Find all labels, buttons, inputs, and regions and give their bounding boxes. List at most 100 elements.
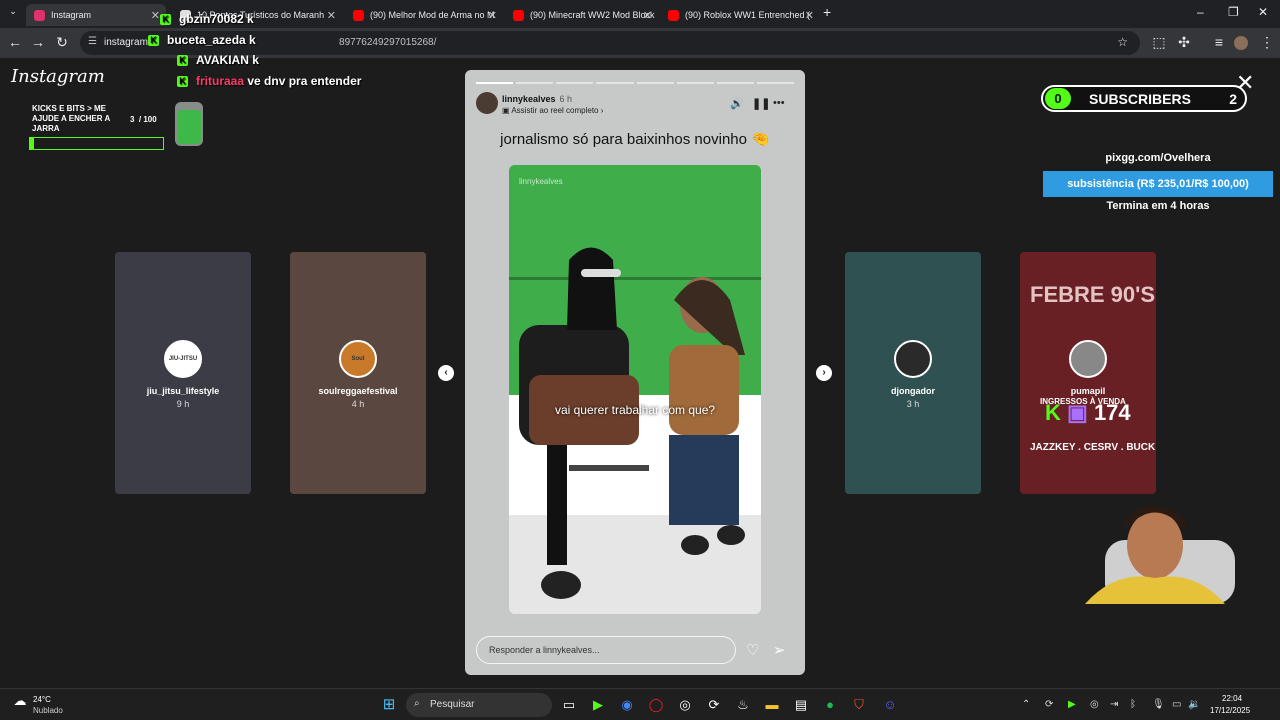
chrome-icon[interactable]: ◉ — [619, 697, 635, 713]
story-video[interactable]: linnykealves vai querer trabalhar com qu… — [509, 165, 761, 614]
site-info-icon[interactable]: ☰ — [88, 36, 97, 47]
poster-text: JAZZKEY . CESRV . BUCK — [1030, 442, 1156, 453]
tray-app-icon[interactable]: ◎ — [1090, 699, 1099, 710]
tab-close-icon[interactable]: ✕ — [643, 9, 652, 22]
taskbar-search[interactable]: ⌕ Pesquisar — [406, 693, 552, 717]
story-username[interactable]: linnykealves 6 h — [502, 94, 572, 104]
opera-icon[interactable]: ◯ — [648, 697, 664, 713]
new-tab-button[interactable]: + — [823, 4, 831, 20]
story-avatar[interactable] — [476, 92, 498, 114]
preview-username: soulreggaefestival — [318, 386, 398, 396]
tab-close-icon[interactable]: ✕ — [488, 9, 497, 22]
story-preview-card[interactable]: pumapil FEBRE 90'S INGRESSOS À VENDA JAZZKE… — [1020, 252, 1156, 494]
close-window-button[interactable]: ✕ — [1258, 5, 1268, 19]
spotify-icon[interactable]: ● — [822, 697, 838, 713]
next-story-button[interactable]: › — [816, 365, 832, 381]
tray-chevron-icon[interactable]: ⌃ — [1022, 699, 1030, 710]
chat-text: k — [247, 12, 254, 26]
preview-avatar — [894, 340, 932, 378]
tab-close-icon[interactable]: ✕ — [805, 9, 814, 22]
chat-message: Kgbzin70082 k — [160, 12, 254, 26]
tab-favicon-icon — [353, 9, 364, 21]
search-icon: ⌕ — [414, 698, 420, 709]
watch-full-reel-link[interactable]: ▣ Assistir ao reel completo › — [502, 106, 603, 115]
profile-avatar[interactable] — [1234, 36, 1248, 50]
story-caption: jornalismo só para baixinhos novinho 🤏 — [500, 131, 770, 148]
puzzle-icon[interactable]: ✣ — [1175, 34, 1193, 51]
extension-icon[interactable]: ⬚ — [1150, 34, 1168, 51]
video-subtitle: vai querer trabalhar com que? — [554, 403, 716, 417]
story-preview-card[interactable]: Soul Reggae soulreggaefestival 4 h — [290, 252, 426, 494]
send-icon[interactable]: ➢ — [773, 641, 786, 659]
video-scene — [509, 165, 761, 614]
minimize-button[interactable]: – — [1197, 5, 1204, 19]
preview-time: 3 h — [906, 399, 920, 409]
task-view-icon[interactable]: ▭ — [561, 697, 577, 713]
story-preview-card[interactable]: JIU-JITSU jiu_jitsu_lifestyle 9 h — [115, 252, 251, 494]
menu-icon[interactable]: ⋮ — [1258, 34, 1276, 51]
progress-segment — [676, 82, 714, 84]
browser-tab[interactable]: Instagram ✕ — [26, 4, 166, 26]
weather-temp: 24°C — [33, 695, 51, 704]
tab-favicon-icon — [668, 9, 679, 21]
microphone-icon[interactable]: 🎙 — [1152, 699, 1165, 710]
browser-tab[interactable]: (90) Roblox WW1 Entrenched (✕ — [660, 4, 820, 26]
clock-date[interactable]: 17/12/2025 — [1210, 706, 1250, 715]
file-explorer-icon[interactable]: ▬ — [764, 697, 780, 713]
previous-story-button[interactable]: ‹ — [438, 365, 454, 381]
back-icon[interactable]: ← — [6, 34, 24, 50]
video-username: linnykealves — [519, 177, 563, 186]
more-options-icon[interactable]: ••• — [773, 97, 785, 109]
progress-segment — [636, 82, 674, 84]
progress-segment — [716, 82, 754, 84]
subscribers-goal: 0 SUBSCRIBERS 2 — [1041, 85, 1247, 112]
forward-icon[interactable]: → — [29, 34, 47, 50]
story-preview-card[interactable]: djongador 3 h — [845, 252, 981, 494]
network-icon[interactable]: ▭ — [1172, 699, 1181, 710]
browser-tab[interactable]: (90) Melhor Mod de Arma no M ✕ — [345, 4, 503, 26]
pause-icon[interactable]: ❚❚ — [752, 97, 770, 110]
tray-arrow-icon[interactable]: ⇥ — [1110, 699, 1118, 710]
volume-tray-icon[interactable]: 🔉 — [1188, 699, 1200, 710]
terminal-icon[interactable]: ▤ — [793, 697, 809, 713]
app-icon[interactable]: ⟳ — [706, 697, 722, 713]
reload-icon[interactable]: ↻ — [53, 34, 71, 51]
discord-icon[interactable]: ☺ — [882, 697, 898, 713]
kick-app-icon[interactable]: ▶ — [590, 697, 606, 713]
progress-segment — [476, 82, 514, 84]
preview-username: jiu_jitsu_lifestyle — [146, 386, 220, 396]
browser-tab[interactable]: (90) Minecraft WW2 Mod Block ✕ — [505, 4, 658, 26]
steam-icon[interactable]: ♨ — [735, 697, 751, 713]
media-icon[interactable]: ≡ — [1210, 34, 1228, 50]
obs-icon[interactable]: ◎ — [677, 697, 693, 713]
story-viewer[interactable]: linnykealves 6 h ▣ Assistir ao reel compl… — [465, 70, 805, 675]
tab-close-icon[interactable]: ✕ — [327, 9, 336, 22]
tray-kick-icon[interactable]: ▶ — [1068, 699, 1076, 710]
kick-badge-icon: K — [148, 35, 159, 47]
instagram-logo[interactable]: Instagram — [11, 66, 105, 87]
bookmark-star-icon[interactable]: ☆ — [1117, 35, 1128, 49]
brave-icon[interactable]: ⛉ — [851, 697, 867, 713]
reel-icon: ▣ — [502, 106, 512, 115]
tab-title: (90) Melhor Mod de Arma no M — [370, 10, 495, 20]
tab-close-icon[interactable]: ✕ — [151, 9, 160, 22]
volume-icon[interactable]: 🔊 — [730, 97, 744, 110]
like-heart-icon[interactable]: ♡ — [746, 641, 759, 659]
start-windows-icon[interactable]: ⊞ — [381, 697, 397, 713]
tab-title: Instagram — [51, 10, 92, 20]
tab-search-icon[interactable]: ⌄ — [4, 6, 22, 17]
maximize-button[interactable]: ❐ — [1228, 5, 1239, 19]
windows-taskbar: ☁ 24°C Nublado ⊞ ⌕ Pesquisar ▭ ▶ ◉ ◯ ◎ ⟳ … — [0, 688, 1280, 720]
preview-time: 9 h — [176, 399, 190, 409]
jar-count: 3 / 100 — [130, 115, 157, 124]
kick-badge-icon: K — [160, 14, 171, 26]
subscribers-label: SUBSCRIBERS — [1089, 91, 1191, 107]
chat-text: ve dnv pra entender — [247, 74, 362, 88]
bluetooth-icon[interactable]: ᛒ — [1130, 699, 1136, 710]
kick-viewer-count: K ▣ 174 — [1045, 400, 1131, 425]
poster-text: FEBRE 90'S — [1030, 282, 1156, 307]
jar-goal-text: KICKS E BITS > ME AJUDE A ENCHER A JARRA — [32, 104, 111, 133]
tray-sync-icon[interactable]: ⟳ — [1045, 699, 1053, 710]
reply-input[interactable]: Responder a linnykealves... — [476, 636, 736, 664]
clock-time[interactable]: 22:04 — [1222, 694, 1242, 703]
